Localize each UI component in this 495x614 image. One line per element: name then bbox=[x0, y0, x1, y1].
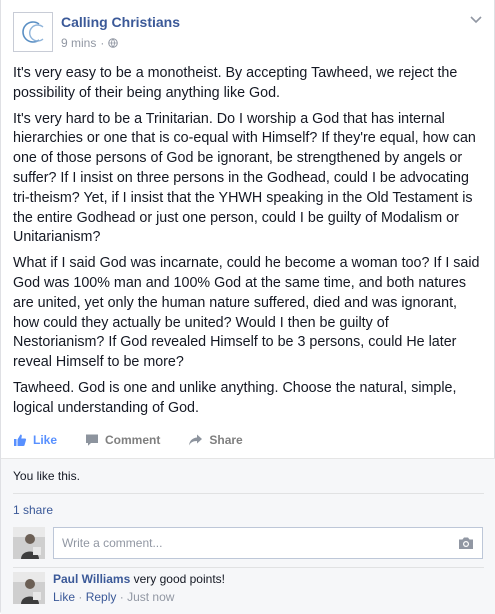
divider bbox=[13, 567, 484, 568]
thumbs-up-icon bbox=[14, 434, 27, 446]
post-paragraph: It's very easy to be a monotheist. By ac… bbox=[13, 65, 458, 101]
user-photo-icon bbox=[13, 572, 45, 604]
current-user-avatar[interactable] bbox=[13, 527, 45, 559]
comment-label: Comment bbox=[105, 433, 161, 447]
comment-item: Paul Williams very good points! Like · R… bbox=[53, 571, 483, 605]
comment-meta: Like · Reply · Just now bbox=[53, 589, 483, 605]
like-button[interactable]: Like bbox=[13, 433, 57, 447]
post-paragraph: What if I said God was incarnate, could … bbox=[13, 255, 480, 371]
comment-reply-link[interactable]: Reply bbox=[86, 590, 117, 604]
meta-separator: · bbox=[78, 590, 83, 604]
comment-like-link[interactable]: Like bbox=[53, 590, 75, 604]
globe-icon[interactable] bbox=[108, 38, 119, 48]
post-meta: 9 mins · bbox=[61, 36, 119, 50]
chevron-down-icon[interactable] bbox=[469, 15, 483, 25]
feedback-section: You like this. 1 share Write a comment..… bbox=[1, 458, 495, 614]
commenter-avatar[interactable] bbox=[13, 572, 45, 604]
calling-christians-logo-icon bbox=[22, 21, 44, 43]
post-paragraph: Tawheed. God is one and unlike anything.… bbox=[13, 379, 457, 416]
camera-icon[interactable] bbox=[458, 536, 474, 550]
comment-button[interactable]: Comment bbox=[85, 433, 160, 447]
shares-count[interactable]: 1 share bbox=[13, 503, 53, 517]
post-time[interactable]: 9 mins bbox=[61, 36, 96, 50]
comment-author[interactable]: Paul Williams bbox=[53, 572, 130, 586]
comment-placeholder: Write a comment... bbox=[62, 536, 163, 550]
page-name-link[interactable]: Calling Christians bbox=[61, 14, 180, 30]
like-label: Like bbox=[33, 433, 58, 447]
comment-input[interactable]: Write a comment... bbox=[53, 527, 483, 559]
likes-summary[interactable]: You like this. bbox=[13, 469, 80, 483]
speech-bubble-icon bbox=[86, 434, 99, 446]
share-arrow-icon bbox=[189, 434, 203, 446]
post-paragraph: It's very hard to be a Trinitarian. Do I… bbox=[13, 110, 476, 246]
meta-separator: · bbox=[100, 36, 105, 50]
post-actions: Like Comment Share bbox=[13, 430, 483, 450]
user-photo-icon bbox=[13, 527, 45, 559]
share-label: Share bbox=[209, 433, 243, 447]
page-avatar[interactable] bbox=[13, 12, 53, 52]
comment-text: very good points! bbox=[133, 572, 225, 586]
post-card: Calling Christians 9 mins · It's very ea… bbox=[0, 0, 495, 614]
divider bbox=[13, 493, 484, 494]
comment-time[interactable]: Just now bbox=[127, 590, 174, 604]
share-button[interactable]: Share bbox=[188, 433, 243, 447]
post-body: It's very easy to be a monotheist. By ac… bbox=[13, 64, 483, 425]
post-header: Calling Christians 9 mins · bbox=[13, 12, 483, 56]
meta-separator: · bbox=[119, 590, 124, 604]
